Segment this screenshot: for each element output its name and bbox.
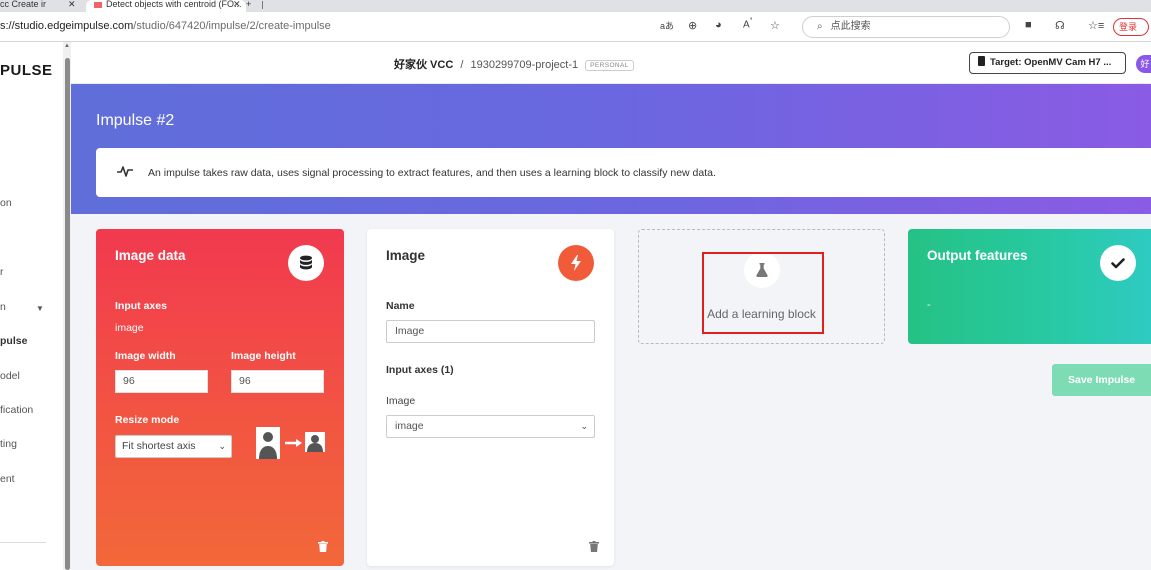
axis-select-value: image xyxy=(395,420,424,432)
impulse-hero-banner: Impulse #2 An impulse takes raw data, us… xyxy=(71,84,1151,214)
input-block-title: Image data xyxy=(115,248,186,263)
axis-select[interactable]: image ⌄ xyxy=(386,415,595,438)
lightning-icon xyxy=(558,245,594,281)
search-icon: ⌕ xyxy=(817,21,823,32)
browser-search-input[interactable]: ⌕ 点此搜索 xyxy=(802,16,1010,38)
browser-essentials-icon[interactable]: ◕ xyxy=(715,19,722,31)
url-path: /studio/647420/impulse/2/create-impulse xyxy=(133,20,331,32)
breadcrumb-project[interactable]: 1930299709-project-1 xyxy=(470,59,578,71)
sidebar: PULSE on r n ▼ pulse odel fication ting … xyxy=(0,42,70,570)
workspaces-icon[interactable]: ■ xyxy=(1025,19,1032,31)
sidebar-item-label: pulse xyxy=(0,335,28,347)
url-host: s://studio.edgeimpulse.com xyxy=(0,20,134,32)
url-field[interactable]: s://studio.edgeimpulse.com/studio/647420… xyxy=(0,20,331,32)
annotation-highlight-box xyxy=(702,252,824,334)
database-icon xyxy=(288,245,324,281)
output-features-title: Output features xyxy=(927,248,1028,263)
chevron-down-icon: ⌄ xyxy=(580,421,588,431)
chip-icon xyxy=(978,56,985,67)
browser-tab-strip: cc Create ir ✕ Detect objects with centr… xyxy=(0,0,1151,12)
address-bar: s://studio.edgeimpulse.com/studio/647420… xyxy=(0,12,1151,42)
sidebar-item-model-testing[interactable]: ting xyxy=(0,438,17,450)
close-icon[interactable]: ✕ xyxy=(233,0,241,9)
tab-label: cc Create ir xyxy=(0,0,47,9)
project-header: 好家伙 VCC / 1930299709-project-1 PERSONAL … xyxy=(71,42,1151,84)
sidebar-item-label: ting xyxy=(0,438,17,450)
sidebar-item-label: ent xyxy=(0,473,15,485)
brand-logo: PULSE xyxy=(0,62,53,79)
trash-icon[interactable] xyxy=(589,541,599,552)
pulse-icon xyxy=(117,166,133,177)
name-label: Name xyxy=(386,300,415,312)
breadcrumb-separator: / xyxy=(460,59,464,71)
page-title: Impulse #2 xyxy=(96,112,175,129)
personal-badge: PERSONAL xyxy=(585,59,634,71)
info-text: An impulse takes raw data, uses signal p… xyxy=(148,167,716,179)
tab-divider xyxy=(262,1,263,9)
breadcrumb-org[interactable]: 好家伙 VCC xyxy=(394,59,453,71)
input-axes-label: Input axes xyxy=(115,300,167,312)
zoom-icon[interactable]: ⊕ xyxy=(688,19,697,32)
sidebar-scrollbar-thumb[interactable] xyxy=(65,58,70,570)
login-button[interactable]: 登录 xyxy=(1113,18,1149,36)
extensions-icon[interactable]: ☊ xyxy=(1055,19,1065,32)
read-aloud-icon[interactable]: aあ xyxy=(660,19,674,32)
resize-mode-value: Fit shortest axis xyxy=(122,440,196,452)
sidebar-item-dashboard[interactable]: on xyxy=(0,197,12,209)
sidebar-divider xyxy=(0,542,46,543)
search-placeholder: 点此搜索 xyxy=(830,21,871,32)
processing-block-title: Image xyxy=(386,248,426,263)
favorites-list-icon[interactable]: ☆≡ xyxy=(1088,19,1104,32)
input-axes-value: image xyxy=(115,322,144,334)
scroll-up-icon[interactable]: ▲ xyxy=(64,43,70,49)
sidebar-item-label: fication xyxy=(0,404,34,416)
processing-block-card: Image Name Image Input axes (1) Image im… xyxy=(367,229,614,566)
sidebar-item-data-acquisition[interactable]: r xyxy=(0,266,4,278)
axis-label: Image xyxy=(386,395,416,407)
target-label: Target: OpenMV Cam H7 ... xyxy=(990,57,1112,68)
favorite-star-icon[interactable]: ☆ xyxy=(770,19,780,32)
login-label: 登录 xyxy=(1119,22,1138,32)
chevron-down-icon[interactable]: ▼ xyxy=(36,304,44,313)
save-impulse-button[interactable]: Save Impulse xyxy=(1052,364,1151,396)
info-callout: An impulse takes raw data, uses signal p… xyxy=(96,148,1151,197)
image-height-input[interactable]: 96 xyxy=(231,370,324,393)
sidebar-item-label: r xyxy=(0,266,4,278)
resize-mode-label: Resize mode xyxy=(115,414,180,426)
checkmark-icon xyxy=(1100,245,1136,281)
processing-name-input[interactable]: Image xyxy=(386,320,595,343)
target-device-button[interactable]: Target: OpenMV Cam H7 ... xyxy=(969,52,1126,74)
breadcrumb: 好家伙 VCC / 1930299709-project-1 PERSONAL xyxy=(394,56,634,72)
resize-mode-select[interactable]: Fit shortest axis ⌄ xyxy=(115,435,232,458)
image-width-label: Image width xyxy=(115,350,176,362)
sidebar-item-deployment[interactable]: ent xyxy=(0,473,15,485)
sidebar-item-live-classification[interactable]: fication xyxy=(0,404,33,416)
output-features-value: - xyxy=(927,299,931,311)
sidebar-item-create-impulse[interactable]: pulse xyxy=(0,335,27,347)
sidebar-item-label: n xyxy=(0,301,6,313)
output-features-card: Output features - xyxy=(908,229,1151,344)
sidebar-item-retrain-model[interactable]: odel xyxy=(0,370,20,382)
image-width-input[interactable]: 96 xyxy=(115,370,208,393)
resize-illustration-icon xyxy=(256,427,325,459)
read-aloud-a-icon[interactable]: Aꜛ xyxy=(743,19,753,30)
sidebar-item-label: on xyxy=(0,197,12,209)
avatar[interactable]: 好 xyxy=(1136,55,1151,73)
trash-icon[interactable] xyxy=(318,541,328,552)
new-tab-icon[interactable]: + xyxy=(246,0,251,9)
image-height-label: Image height xyxy=(231,350,296,362)
tab-label: Detect objects with centroid (FO... xyxy=(106,0,242,9)
input-axes-count-label: Input axes (1) xyxy=(386,364,454,376)
sidebar-item-label: odel xyxy=(0,370,20,382)
input-block-card: Image data Input axes image Image width … xyxy=(96,229,344,566)
close-icon[interactable]: ✕ xyxy=(68,0,76,9)
browser-tab-2[interactable]: Detect objects with centroid (FO... xyxy=(86,0,246,12)
chevron-down-icon: ⌄ xyxy=(218,441,226,451)
favicon-icon xyxy=(94,2,102,8)
sidebar-item-impulse-design[interactable]: n xyxy=(0,301,6,313)
